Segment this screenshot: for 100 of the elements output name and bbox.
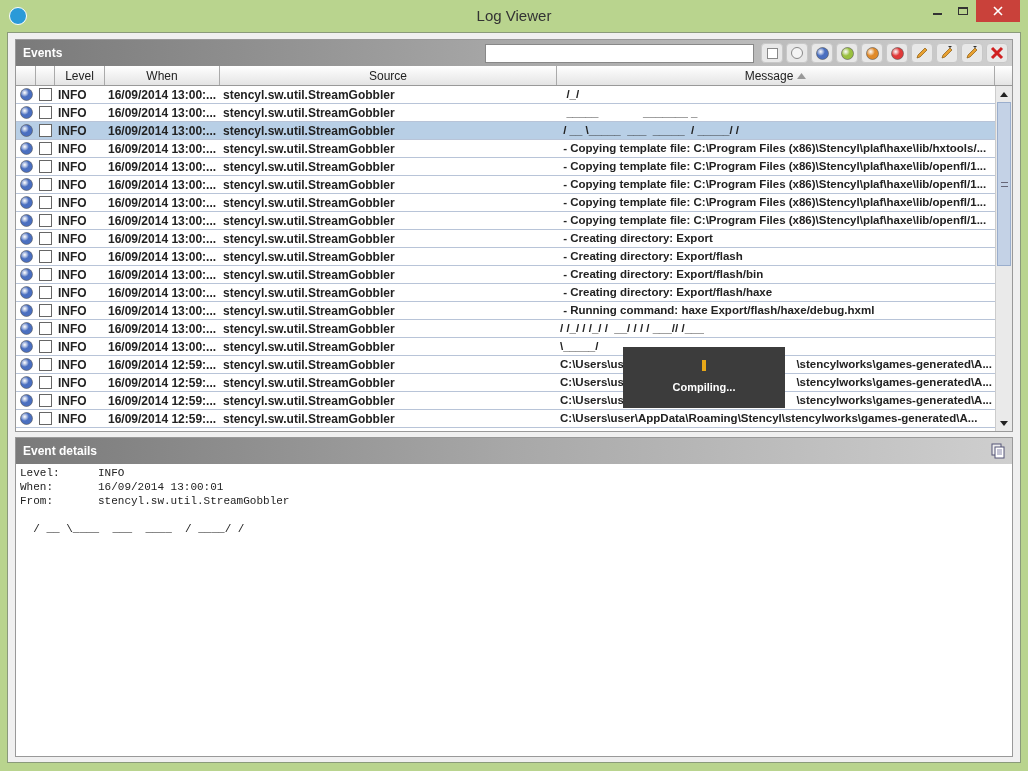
level-dot-icon (19, 178, 33, 191)
time-text: 16/09/2014 13:00:... (108, 158, 217, 176)
log-row[interactable]: INFO 16/09/2014 13:00:... stencyl.sw.util.StreamGobbler - Creating directory: Export/flash (16, 248, 995, 266)
time-text: 16/09/2014 12:59:... (108, 410, 217, 428)
log-row[interactable]: INFO 16/09/2014 13:00:... stencyl.sw.util.StreamGobbler - Copying template file: C:\Program Files (x86)\Stencyl\plaf\haxe\lib/hxtools/... (16, 140, 995, 158)
checkbox-toggle-button[interactable] (761, 43, 783, 63)
message-text: \_____/ (560, 338, 599, 354)
row-checkbox[interactable] (39, 304, 52, 317)
filter-debug-button[interactable] (836, 43, 858, 63)
scroll-down-icon[interactable] (1000, 420, 1008, 426)
column-header[interactable]: Level (55, 66, 105, 85)
level-dot-icon (19, 340, 33, 353)
level-dot-icon (19, 160, 33, 173)
source-text: stencyl.sw.util.StreamGobbler (223, 374, 395, 392)
circle-icon (890, 46, 904, 60)
row-checkbox[interactable] (39, 412, 52, 425)
log-row[interactable]: INFO 16/09/2014 13:00:... stencyl.sw.util.StreamGobbler - Creating directory: Export/flash/bin (16, 266, 995, 284)
row-checkbox[interactable] (39, 106, 52, 119)
edit-button[interactable] (936, 43, 958, 63)
field-value: INFO (98, 466, 125, 480)
row-checkbox[interactable] (39, 394, 52, 407)
row-checkbox[interactable] (39, 286, 52, 299)
column-header[interactable]: When (105, 66, 220, 85)
field-label: When: (20, 480, 54, 494)
log-row[interactable]: INFO 16/09/2014 12:59:... stencyl.sw.util.StreamGobbler C:\Users\user\AppData\Roaming\Stencyl\stencylworks\games-generated\A... (16, 410, 995, 428)
copy-button[interactable] (988, 441, 1008, 461)
column-header[interactable]: Message (557, 66, 995, 85)
log-row[interactable]: INFO 16/09/2014 13:00:... stencyl.sw.util.StreamGobbler /_/ (16, 86, 995, 104)
message-text: - Copying template file: C:\Program Files (x86)\Stencyl\plaf\haxe\lib/hxtools/... (562, 140, 987, 156)
time-text: 16/09/2014 12:59:... (108, 374, 217, 392)
level-text: INFO (58, 158, 87, 176)
level-dot-icon (19, 412, 33, 425)
message-text: / /_/ / /_/ / __/ / / / ___// /___ (560, 320, 704, 336)
row-checkbox[interactable] (39, 196, 52, 209)
log-row[interactable]: INFO 16/09/2014 13:00:... stencyl.sw.util.StreamGobbler - Creating directory: Export (16, 230, 995, 248)
row-checkbox[interactable] (39, 178, 52, 191)
log-row[interactable]: INFO 16/09/2014 13:00:... stencyl.sw.util.StreamGobbler - Copying template file: C:\Program Files (x86)\Stencyl\plaf\haxe\lib/openfl/1... (16, 176, 995, 194)
log-row[interactable]: INFO 16/09/2014 13:00:... stencyl.sw.util.StreamGobbler - Creating directory: Export/flash/haxe (16, 284, 995, 302)
log-row[interactable]: INFO 16/09/2014 13:00:... stencyl.sw.util.StreamGobbler - Copying template file: C:\Program Files (x86)\Stencyl\plaf\haxe\lib/openfl/1... (16, 194, 995, 212)
log-row[interactable]: INFO 16/09/2014 13:00:... stencyl.sw.util.StreamGobbler / /_/ / /_/ / __/ / / / ___// /___ (16, 320, 995, 338)
close-icon (990, 46, 1004, 60)
search-field[interactable] (485, 43, 754, 63)
filter-info-button[interactable] (811, 43, 833, 63)
level-text: INFO (58, 248, 87, 266)
level-dot-icon (19, 106, 33, 119)
log-row[interactable]: INFO 16/09/2014 13:00:... stencyl.sw.util.StreamGobbler \_____/ (16, 338, 995, 356)
row-checkbox[interactable] (39, 340, 52, 353)
panel-title: Event details (23, 443, 99, 460)
field-label: Level: (20, 466, 61, 480)
log-row[interactable]: INFO 16/09/2014 13:00:... stencyl.sw.util.StreamGobbler - Copying template file: C:\Program Files (x86)\Stencyl\plaf\haxe\lib/openfl/1... (16, 158, 995, 176)
level-dot-icon (19, 358, 33, 371)
row-checkbox[interactable] (39, 88, 52, 101)
progress-text: Compiling... (672, 379, 736, 395)
level-text: INFO (58, 338, 87, 356)
row-checkbox[interactable] (39, 358, 52, 371)
row-checkbox[interactable] (39, 214, 52, 227)
scroll-up-icon[interactable] (1000, 91, 1008, 97)
close-icon (993, 6, 1003, 16)
level-text: INFO (58, 104, 87, 122)
log-row[interactable]: INFO 16/09/2014 13:00:... stencyl.sw.util.StreamGobbler _____ _______ _ (16, 104, 995, 122)
edit-button[interactable] (911, 43, 933, 63)
message-text: / __ \____ ___ ____ / ____/ / (32, 523, 245, 535)
message-text: /_/ (565, 86, 580, 102)
message-text: - Creating directory: Export (562, 230, 713, 246)
level-text: INFO (58, 374, 87, 392)
level-dot-icon (19, 376, 33, 389)
source-text: stencyl.sw.util.StreamGobbler (223, 302, 395, 320)
filter-warn-button[interactable] (861, 43, 883, 63)
row-checkbox[interactable] (39, 160, 52, 173)
message-text: - Copying template file: C:\Program Files (x86)\Stencyl\plaf\haxe\lib/openfl/1... (562, 212, 987, 228)
scrollbar[interactable] (995, 86, 1012, 431)
row-checkbox[interactable] (39, 232, 52, 245)
source-text: stencyl.sw.util.StreamGobbler (223, 212, 395, 230)
edit-button[interactable] (961, 43, 983, 63)
row-checkbox[interactable] (39, 322, 52, 335)
source-text: stencyl.sw.util.StreamGobbler (223, 86, 395, 104)
time-text: 16/09/2014 13:00:... (108, 104, 217, 122)
source-text: stencyl.sw.util.StreamGobbler (223, 320, 395, 338)
clear-button[interactable] (986, 43, 1008, 63)
copy-icon (990, 443, 1006, 459)
app-logo-icon (9, 7, 27, 25)
source-text: stencyl.sw.util.StreamGobbler (223, 122, 395, 140)
pencil-icon (939, 45, 955, 61)
message-text: \stencylworks\games-generated\A... (796, 356, 992, 372)
log-row[interactable]: INFO 16/09/2014 13:00:... stencyl.sw.util.StreamGobbler / __ \_____ ___ _____ / _____/ / (16, 122, 995, 140)
time-text: 16/09/2014 13:00:... (108, 320, 217, 338)
log-row[interactable]: INFO 16/09/2014 13:00:... stencyl.sw.util.StreamGobbler - Copying template file: C:\Program Files (x86)\Stencyl\plaf\haxe\lib/openfl/1... (16, 212, 995, 230)
column-header[interactable]: Source (220, 66, 557, 85)
time-text: 16/09/2014 13:00:... (108, 230, 217, 248)
message-text: - Creating directory: Export/flash/bin (562, 266, 764, 282)
row-checkbox[interactable] (39, 142, 52, 155)
row-checkbox[interactable] (39, 124, 52, 137)
log-row[interactable]: INFO 16/09/2014 13:00:... stencyl.sw.util.StreamGobbler - Running command: haxe Export/flash/haxe/debug.hxml (16, 302, 995, 320)
row-checkbox[interactable] (39, 268, 52, 281)
time-text: 16/09/2014 13:00:... (108, 302, 217, 320)
level-dot-icon (19, 394, 33, 407)
row-checkbox[interactable] (39, 376, 52, 389)
row-checkbox[interactable] (39, 250, 52, 263)
message-text: _____ _______ _ (565, 104, 698, 120)
filter-error-button[interactable] (886, 43, 908, 63)
